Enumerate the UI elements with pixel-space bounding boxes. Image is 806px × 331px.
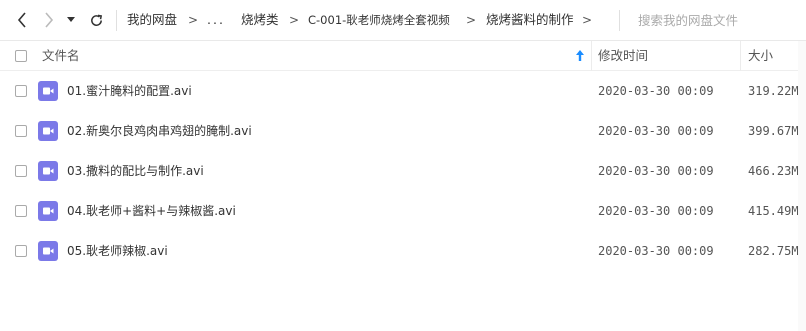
- search-input[interactable]: [628, 9, 798, 31]
- table-row[interactable]: 02.新奥尔良鸡肉串鸡翅的腌制.avi 2020-03-30 00:09 399…: [0, 111, 806, 151]
- breadcrumb-separator: >: [582, 13, 593, 27]
- row-checkbox[interactable]: [15, 85, 27, 97]
- file-name[interactable]: 04.耿老师+酱料+与辣椒酱.avi: [67, 203, 236, 219]
- video-file-icon: [38, 241, 58, 261]
- arrow-up-icon[interactable]: [575, 49, 585, 63]
- video-file-icon: [38, 161, 58, 181]
- table-header: 文件名 修改时间 大小: [0, 41, 806, 71]
- file-modified-time: 2020-03-30 00:09: [598, 244, 714, 258]
- refresh-icon: [90, 14, 102, 26]
- file-modified-time: 2020-03-30 00:09: [598, 84, 714, 98]
- caret-down-icon: [67, 17, 75, 22]
- row-checkbox[interactable]: [15, 125, 27, 137]
- refresh-button[interactable]: [85, 8, 107, 32]
- column-divider: [591, 41, 592, 71]
- column-header-name[interactable]: 文件名: [42, 48, 80, 64]
- row-checkbox[interactable]: [15, 245, 27, 257]
- scrollbar[interactable]: [798, 41, 806, 331]
- toolbar: 我的网盘 > ... 烧烤类 > C-001-耿老师烧烤全套视频 > 烧烤酱料的…: [0, 0, 806, 41]
- breadcrumb-item-current[interactable]: 烧烤酱料的制作: [486, 12, 574, 28]
- breadcrumb-item-collapsed[interactable]: ...: [207, 12, 225, 28]
- select-all-checkbox[interactable]: [15, 50, 27, 62]
- table-row[interactable]: 01.蜜汁腌料的配置.avi 2020-03-30 00:09 319.22MB: [0, 71, 806, 111]
- back-button[interactable]: [11, 8, 33, 32]
- file-name[interactable]: 01.蜜汁腌料的配置.avi: [67, 83, 192, 99]
- file-name[interactable]: 03.撒料的配比与制作.avi: [67, 163, 204, 179]
- file-modified-time: 2020-03-30 00:09: [598, 204, 714, 218]
- table-row[interactable]: 04.耿老师+酱料+与辣椒酱.avi 2020-03-30 00:09 415.…: [0, 191, 806, 231]
- chevron-left-icon: [17, 12, 26, 28]
- video-file-icon: [38, 81, 58, 101]
- row-checkbox[interactable]: [15, 205, 27, 217]
- breadcrumb-separator: >: [466, 13, 477, 27]
- video-file-icon: [38, 121, 58, 141]
- column-header-modified[interactable]: 修改时间: [598, 48, 648, 64]
- file-name[interactable]: 05.耿老师辣椒.avi: [67, 243, 168, 259]
- file-name[interactable]: 02.新奥尔良鸡肉串鸡翅的腌制.avi: [67, 123, 252, 139]
- column-header-size[interactable]: 大小: [748, 48, 773, 64]
- table-row[interactable]: 03.撒料的配比与制作.avi 2020-03-30 00:09 466.23M…: [0, 151, 806, 191]
- toolbar-divider: [116, 10, 117, 31]
- breadcrumb-separator: >: [289, 13, 300, 27]
- breadcrumb-separator: >: [188, 13, 199, 27]
- search-divider: [619, 10, 620, 31]
- chevron-right-icon: [45, 12, 54, 28]
- breadcrumb-item-course[interactable]: C-001-耿老师烧烤全套视频: [308, 12, 450, 28]
- row-checkbox[interactable]: [15, 165, 27, 177]
- breadcrumb-item-my-drive[interactable]: 我的网盘: [127, 12, 177, 28]
- video-file-icon: [38, 201, 58, 221]
- breadcrumb-item-bbq[interactable]: 烧烤类: [241, 12, 279, 28]
- file-modified-time: 2020-03-30 00:09: [598, 124, 714, 138]
- history-dropdown-button[interactable]: [64, 8, 78, 32]
- forward-button[interactable]: [38, 8, 60, 32]
- column-divider: [740, 41, 741, 71]
- table-row[interactable]: 05.耿老师辣椒.avi 2020-03-30 00:09 282.75MB: [0, 231, 806, 271]
- file-modified-time: 2020-03-30 00:09: [598, 164, 714, 178]
